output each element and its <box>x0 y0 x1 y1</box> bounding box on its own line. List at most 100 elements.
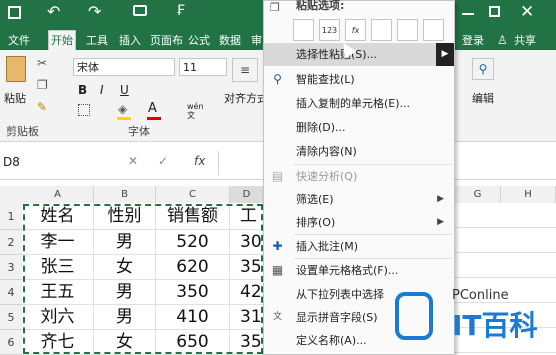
font-group-label: 字体 <box>128 125 150 138</box>
menu-item-clear-contents[interactable]: 清除内容(N) <box>264 140 454 163</box>
close-icon[interactable]: ✕ <box>520 2 534 22</box>
custom-quick-access-icon[interactable]: ₣ <box>176 3 185 19</box>
row-header-2[interactable]: 2 <box>0 230 22 255</box>
row-header-4[interactable]: 4 <box>0 280 22 305</box>
pinyin-button[interactable]: wén 文 <box>187 102 205 120</box>
column-header-d[interactable]: D <box>230 186 264 203</box>
paste-options-label: 粘贴选项: <box>296 0 345 12</box>
menu-item-label: 筛选(E) <box>296 193 334 206</box>
row-header-5[interactable]: 5 <box>0 305 22 330</box>
paste-formulas-button[interactable]: fx <box>345 19 366 41</box>
brand-logo-icon <box>395 292 433 340</box>
chevron-right-icon: ▶ <box>437 217 444 227</box>
comment-icon: ✚ <box>272 239 283 253</box>
paste-clipboard-icon[interactable] <box>6 56 26 82</box>
redo-icon[interactable]: ↷ <box>88 2 101 21</box>
edit-group-label[interactable]: 编辑 <box>472 90 494 106</box>
name-box[interactable]: D8 <box>0 153 90 171</box>
restore-icon[interactable] <box>489 6 500 17</box>
underline-button[interactable]: U <box>120 83 129 97</box>
menu-item-label: 定义名称(A)... <box>296 334 367 347</box>
chevron-right-icon: ▶ <box>437 194 444 204</box>
menu-item-label: 设置单元格格式(F)... <box>296 264 399 277</box>
paste-formatting-button[interactable] <box>397 19 418 41</box>
paste-button-icon[interactable] <box>293 19 314 41</box>
menu-item-delete[interactable]: 删除(D)... <box>264 116 454 139</box>
format-cells-icon: ▦ <box>271 263 284 277</box>
menu-item-label: 显示拼音字段(S) <box>296 311 378 324</box>
font-color-bar <box>147 117 161 120</box>
menu-item-format-cells[interactable]: ▦ 设置单元格格式(F)... <box>264 259 454 282</box>
login-link[interactable]: 登录 <box>460 31 486 50</box>
row-header-6[interactable]: 6 <box>0 330 22 355</box>
column-header-g[interactable]: G <box>455 186 501 203</box>
copy-selection-border <box>23 204 263 354</box>
enter-icon[interactable]: ✓ <box>158 154 168 168</box>
align-icon[interactable]: ≡ <box>232 58 258 82</box>
column-header-h[interactable]: H <box>501 186 556 203</box>
tab-file[interactable]: 文件 <box>6 31 32 50</box>
row-header-1[interactable]: 1 <box>0 203 22 230</box>
brand-small-text: PConline <box>452 288 509 303</box>
save-icon[interactable] <box>8 6 21 19</box>
brand-big-text: IT百科 <box>452 309 538 342</box>
paste-options-icon: ❐ <box>270 1 280 14</box>
paste-button-label[interactable]: 粘贴 <box>4 90 26 106</box>
border-icon[interactable] <box>78 104 90 116</box>
paste-link-button[interactable] <box>423 19 444 41</box>
tab-review[interactable]: 审 <box>249 31 264 50</box>
menu-item-quick-analysis: ▤ 快速分析(Q) <box>264 165 454 188</box>
tab-page-layout[interactable]: 页面布 <box>148 31 185 50</box>
copy-icon[interactable]: ❐ <box>37 78 48 92</box>
find-icon[interactable]: ⚲ <box>472 58 494 80</box>
menu-item-label: 清除内容(N) <box>296 145 357 158</box>
column-header-c[interactable]: C <box>156 186 230 203</box>
tab-data[interactable]: 数据 <box>217 31 243 50</box>
bold-button[interactable]: B <box>78 83 87 97</box>
menu-item-label: 智能查找(L) <box>296 73 355 86</box>
insert-function-button[interactable]: fx <box>194 154 205 168</box>
menu-item-insert-copied-cells[interactable]: 插入复制的单元格(E)... <box>264 92 454 115</box>
menu-item-insert-comment[interactable]: ✚ 插入批注(M) <box>264 235 454 258</box>
format-painter-icon[interactable]: ✎ <box>37 100 47 114</box>
cancel-icon[interactable]: ✕ <box>128 154 138 168</box>
menu-item-filter[interactable]: 筛选(E) ▶ <box>264 188 454 211</box>
fill-color-icon[interactable]: ◈ <box>118 102 127 116</box>
fill-color-bar <box>117 117 131 120</box>
select-all-corner[interactable] <box>0 186 23 203</box>
font-size-select[interactable]: 11 <box>179 58 227 76</box>
camera-icon[interactable] <box>133 5 147 16</box>
paste-values-button[interactable]: 123 <box>319 19 340 41</box>
submenu-arrow-icon: ▶ <box>436 43 454 66</box>
menu-item-sort[interactable]: 排序(O) ▶ <box>264 211 454 234</box>
menu-item-label: 排序(O) <box>296 216 336 229</box>
menu-item-smart-lookup[interactable]: ⚲ 智能查找(L) <box>264 68 454 91</box>
paste-transpose-button[interactable] <box>371 19 392 41</box>
menu-item-label: 插入批注(M) <box>296 240 359 253</box>
quick-analysis-icon: ▤ <box>271 169 284 183</box>
share-button[interactable]: 共享 <box>512 31 538 50</box>
row-header-3[interactable]: 3 <box>0 255 22 280</box>
minimize-icon[interactable] <box>462 13 474 15</box>
menu-item-label: 快速分析(Q) <box>296 170 358 183</box>
undo-icon[interactable]: ↶ <box>47 2 60 21</box>
share-icon: ♙ <box>497 33 508 47</box>
tab-formulas[interactable]: 公式 <box>186 31 212 50</box>
watermark-logo: PConline IT百科 <box>395 288 555 348</box>
italic-button[interactable]: I <box>100 83 104 97</box>
pinyin-icon: 文 <box>272 312 282 322</box>
tab-insert[interactable]: 插入 <box>117 31 143 50</box>
tab-home[interactable]: 开始 <box>48 30 76 51</box>
menu-item-label: 删除(D)... <box>296 121 346 134</box>
font-name-select[interactable]: 宋体 <box>73 58 175 76</box>
tab-tools[interactable]: 工具 <box>84 31 110 50</box>
menu-item-paste-special[interactable]: 选择性粘贴(S)... ▶ <box>264 43 454 66</box>
column-header-a[interactable]: A <box>22 186 94 203</box>
menu-item-label: 插入复制的单元格(E)... <box>296 97 411 110</box>
column-header-b[interactable]: B <box>94 186 156 203</box>
alignment-group-label: 对齐方式 <box>224 92 268 105</box>
font-color-button[interactable]: A <box>148 101 157 116</box>
smart-lookup-icon: ⚲ <box>273 72 282 86</box>
menu-item-label: 从下拉列表中选择 <box>296 288 384 301</box>
cut-icon[interactable]: ✂ <box>37 56 47 70</box>
